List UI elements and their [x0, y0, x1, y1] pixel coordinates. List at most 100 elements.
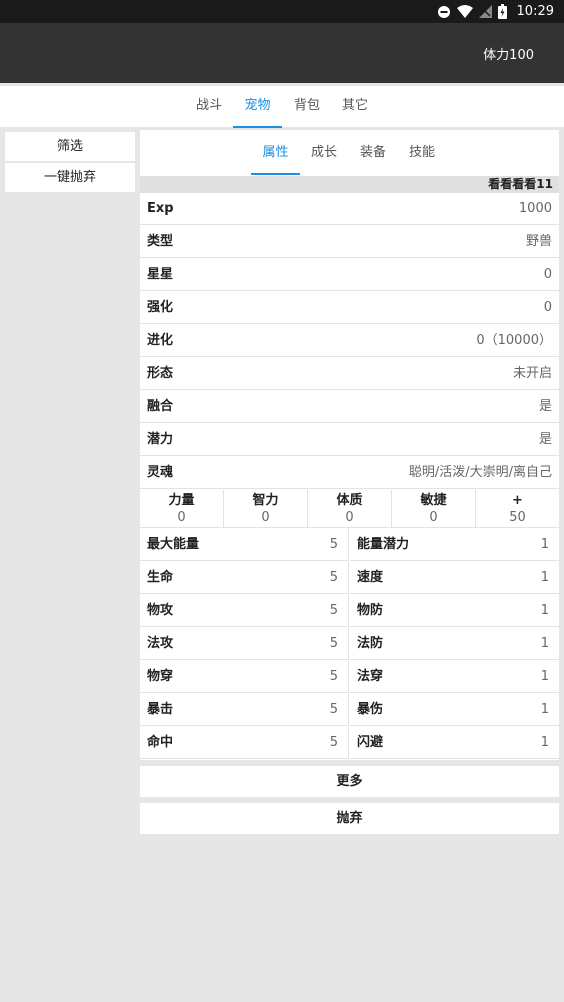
stat-value: 0: [429, 510, 438, 525]
stat-value: 1: [540, 636, 549, 651]
attr-row-form: 形态 未开启: [140, 358, 559, 390]
tab-battle[interactable]: 战斗: [186, 86, 232, 127]
combat-stat-row: 物穿 5: [140, 661, 349, 693]
stat-points-add[interactable]: +50: [476, 490, 559, 527]
tab-label: 装备: [359, 145, 386, 160]
tab-label: 背包: [293, 98, 320, 113]
stat-constitution: 体质 0: [308, 490, 392, 527]
stat-value: 5: [329, 570, 338, 585]
signal-icon: [478, 5, 492, 18]
stat-value: 5: [329, 669, 338, 684]
active-tab-indicator: [251, 173, 300, 175]
attr-row-stars: 星星 0: [140, 259, 559, 291]
attr-row-enhance: 强化 0: [140, 292, 559, 324]
tab-attributes[interactable]: 属性: [251, 130, 300, 175]
attr-key: 融合: [147, 399, 174, 414]
tab-label: 属性: [262, 145, 289, 160]
stat-label: +: [512, 493, 523, 508]
stat-value: 5: [329, 537, 338, 552]
combat-stat-row: 法攻 5: [140, 628, 349, 660]
stat-value: 5: [329, 702, 338, 717]
attr-key: 形态: [147, 366, 174, 381]
more-button[interactable]: 更多: [140, 766, 559, 797]
stat-intelligence: 智力 0: [224, 490, 308, 527]
stat-value: 5: [329, 603, 338, 618]
stat-value: 5: [329, 735, 338, 750]
stat-value: 0: [177, 510, 186, 525]
combat-stat-row: 法防 1: [350, 628, 559, 660]
attr-value: 是: [538, 399, 552, 414]
combat-stat-row: 法穿 1: [350, 661, 559, 693]
tab-label: 宠物: [244, 98, 271, 113]
discard-button[interactable]: 抛弃: [140, 803, 559, 834]
wifi-icon: [456, 4, 473, 19]
combat-stat-row: 物防 1: [350, 595, 559, 627]
active-tab-indicator: [233, 126, 282, 128]
tab-other[interactable]: 其它: [332, 86, 378, 127]
stat-value: 0: [261, 510, 270, 525]
attr-row-soul: 灵魂 聪明/活泼/大崇明/离自己: [140, 457, 559, 489]
stat-label: 体质: [336, 493, 363, 508]
stat-value: 5: [329, 636, 338, 651]
base-stats: 力量 0 智力 0 体质 0 敏捷 0 +50: [140, 490, 559, 528]
attr-row-type: 类型 野兽: [140, 226, 559, 258]
combat-stat-row: 生命 5: [140, 562, 349, 594]
tab-label: 其它: [341, 98, 368, 113]
tab-backpack[interactable]: 背包: [284, 86, 330, 127]
stat-key: 能量潜力: [357, 537, 410, 552]
pet-name: 看看看看11: [140, 176, 559, 193]
attr-value: 未开启: [512, 366, 552, 381]
stat-agility: 敏捷 0: [392, 490, 476, 527]
tab-label: 技能: [408, 145, 435, 160]
combat-stat-row: 能量潜力 1: [350, 529, 559, 561]
tab-skills[interactable]: 技能: [399, 130, 445, 175]
dnd-icon: [437, 5, 451, 19]
combat-stat-row: 最大能量 5: [140, 529, 349, 561]
stat-key: 闪避: [357, 735, 384, 750]
tab-label: 战斗: [195, 98, 222, 113]
attr-value: 0（10000）: [476, 333, 552, 348]
status-time: 10:29: [516, 4, 554, 19]
attr-value: 1000: [518, 201, 552, 216]
stat-key: 暴伤: [357, 702, 384, 717]
stat-key: 暴击: [147, 702, 174, 717]
stat-key: 物穿: [147, 669, 174, 684]
attr-value: 0: [543, 267, 552, 282]
filter-button[interactable]: 筛选: [5, 132, 135, 161]
app-bar: 体力100: [0, 23, 564, 83]
stat-value: 1: [540, 702, 549, 717]
stamina-label: 体力100: [483, 48, 534, 63]
attr-key: Exp: [147, 201, 174, 216]
attr-key: 潜力: [147, 432, 174, 447]
discard-all-button[interactable]: 一键抛弃: [5, 163, 135, 192]
status-bar: 10:29: [0, 0, 564, 23]
attr-key: 进化: [147, 333, 174, 348]
combat-stat-row: 物攻 5: [140, 595, 349, 627]
attr-key: 灵魂: [147, 465, 174, 480]
combat-stat-row: 命中 5: [140, 727, 349, 759]
stat-key: 法防: [357, 636, 384, 651]
stat-value: 0: [345, 510, 354, 525]
stat-value: 1: [540, 603, 549, 618]
attr-row-potential: 潜力 是: [140, 424, 559, 456]
attr-value: 是: [538, 432, 552, 447]
stat-value: 1: [540, 735, 549, 750]
tab-equipment[interactable]: 装备: [350, 130, 396, 175]
combat-stat-row: 暴击 5: [140, 694, 349, 726]
stat-key: 命中: [147, 735, 174, 750]
stat-value: 1: [540, 537, 549, 552]
attr-key: 强化: [147, 300, 174, 315]
stat-key: 物攻: [147, 603, 174, 618]
main-tabs: 战斗 宠物 背包 其它: [0, 86, 564, 128]
attr-key: 星星: [147, 267, 174, 282]
combat-stat-row: 速度 1: [350, 562, 559, 594]
attr-row-evolve: 进化 0（10000）: [140, 325, 559, 357]
tab-growth[interactable]: 成长: [301, 130, 347, 175]
tab-pet[interactable]: 宠物: [233, 86, 282, 128]
stat-key: 生命: [147, 570, 174, 585]
attr-value: 0: [543, 300, 552, 315]
sub-tabs: 属性 成长 装备 技能: [140, 130, 559, 175]
stat-key: 最大能量: [147, 537, 200, 552]
stat-label: 智力: [252, 493, 279, 508]
attr-value: 野兽: [525, 234, 552, 249]
